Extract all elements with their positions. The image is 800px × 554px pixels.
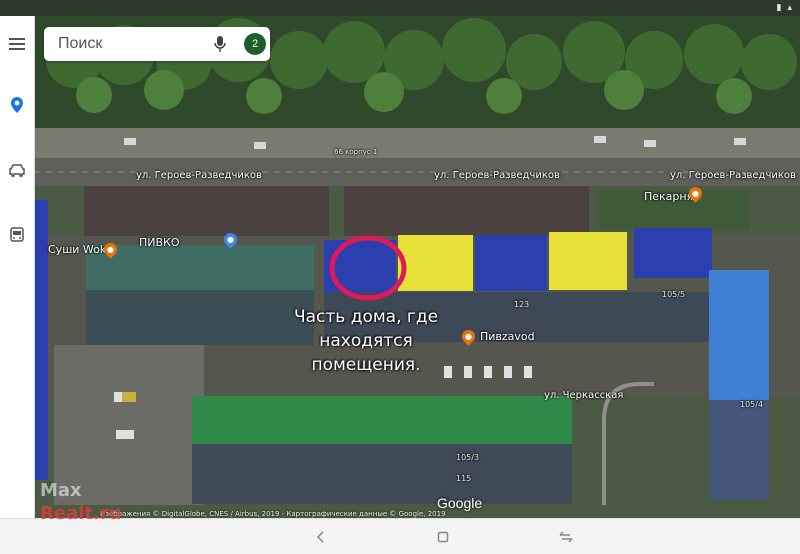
signal-icon: ▴ xyxy=(787,3,792,13)
street-label-top-right: ул. Героев-Разведчиков xyxy=(670,170,796,181)
shop-icon[interactable]: ● xyxy=(221,230,240,249)
building-number-123: 123 xyxy=(514,300,530,309)
search-input[interactable]: Поиск xyxy=(58,35,102,53)
bakery-icon[interactable]: ● xyxy=(686,184,705,203)
building-number-105-3: 105/3 xyxy=(456,453,480,462)
poi-label-pivko[interactable]: ПИВКО xyxy=(139,236,180,249)
restaurant-icon[interactable]: ● xyxy=(101,240,120,259)
left-sidebar xyxy=(0,0,35,518)
building-label-corpus: 66 корпус 1 xyxy=(334,148,378,156)
recents-icon[interactable] xyxy=(557,528,575,546)
poi-label-sushi[interactable]: Суши Wok xyxy=(48,243,106,256)
building-number-105-4: 105/4 xyxy=(740,400,764,409)
map-imagery xyxy=(34,0,800,505)
microphone-icon[interactable] xyxy=(214,35,226,57)
street-label-top-left: ул. Героев-Разведчиков xyxy=(136,170,262,181)
status-bar: ▮ ▴ xyxy=(0,0,800,16)
location-pin-icon[interactable] xyxy=(5,93,29,117)
bar-icon[interactable]: ● xyxy=(459,327,478,346)
building-number-105-5: 105/5 xyxy=(662,290,686,299)
google-logo: Google xyxy=(437,495,483,511)
satellite-map[interactable]: ул. Героев-Разведчиков ул. Героев-Развед… xyxy=(34,0,800,518)
map-attribution: Изображения © DigitalGlobe, CNES / Airbu… xyxy=(100,510,446,518)
poi-label-bakery[interactable]: Пекарня xyxy=(644,190,693,203)
search-bar[interactable]: Поиск 2 xyxy=(44,27,270,61)
menu-icon[interactable] xyxy=(5,32,29,56)
building-number-115: 115 xyxy=(456,474,472,483)
annotation-text: Часть дома, где находятся помещения. xyxy=(293,307,439,375)
avatar[interactable]: 2 xyxy=(244,33,266,55)
street-label-top-mid: ул. Героев-Разведчиков xyxy=(434,170,560,181)
status-icons: ▮ ▴ xyxy=(777,3,792,13)
poi-label-pivzavod[interactable]: Пивzavod xyxy=(480,330,535,343)
battery-icon: ▮ xyxy=(776,3,782,13)
home-icon[interactable] xyxy=(434,528,452,546)
back-icon[interactable] xyxy=(312,528,330,546)
street-label-cherkasskaya: ул. Черкасская xyxy=(544,390,624,401)
watermark-max: Max xyxy=(40,480,82,501)
transit-icon[interactable] xyxy=(5,224,29,248)
car-icon[interactable] xyxy=(5,158,29,182)
watermark-realt: Realt.ru xyxy=(40,503,122,524)
